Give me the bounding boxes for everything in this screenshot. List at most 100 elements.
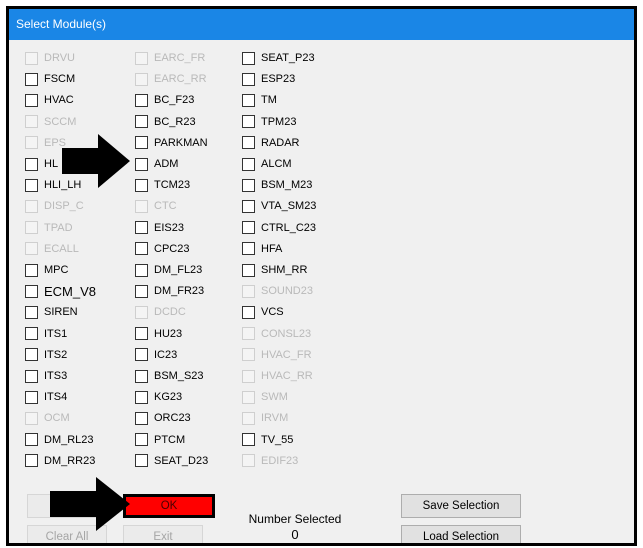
checkbox-dm-rl23[interactable]: DM_RL23 — [25, 431, 94, 449]
save-selection-button[interactable]: Save Selection — [401, 494, 521, 518]
checkbox-its4[interactable]: ITS4 — [25, 388, 67, 406]
checkbox-shm-rr[interactable]: SHM_RR — [242, 261, 307, 279]
checkbox-siren[interactable]: SIREN — [25, 303, 78, 321]
checkbox-box[interactable] — [25, 390, 38, 404]
checkbox-radar[interactable]: RADAR — [242, 134, 300, 152]
checkbox-ic23[interactable]: IC23 — [135, 346, 177, 364]
checkbox-box[interactable] — [242, 178, 255, 192]
checkbox-box[interactable] — [25, 433, 38, 447]
checkbox-box[interactable] — [135, 136, 148, 150]
checkbox-box[interactable] — [242, 199, 255, 213]
checkbox-tpm23[interactable]: TPM23 — [242, 113, 296, 131]
checkbox-box[interactable] — [25, 454, 38, 468]
exit-button[interactable]: Exit — [123, 525, 203, 543]
checkbox-box[interactable] — [242, 305, 255, 319]
checkbox-box[interactable] — [135, 348, 148, 362]
checkbox-hfa[interactable]: HFA — [242, 240, 282, 258]
checkbox-adm[interactable]: ADM — [135, 155, 178, 173]
checkbox-box[interactable] — [25, 93, 38, 107]
checkbox-ecm-v8[interactable]: ECM_V8 — [25, 282, 96, 300]
checkbox-box[interactable] — [135, 411, 148, 425]
checkbox-tv-55[interactable]: TV_55 — [242, 431, 293, 449]
checkbox-tm[interactable]: TM — [242, 91, 277, 109]
checkbox-orc23[interactable]: ORC23 — [135, 409, 191, 427]
checkbox-box[interactable] — [135, 157, 148, 171]
checkbox-ctrl-c23[interactable]: CTRL_C23 — [242, 219, 316, 237]
ok-button[interactable]: OK — [123, 494, 215, 518]
checkbox-box[interactable] — [135, 93, 148, 107]
checkbox-box[interactable] — [25, 348, 38, 362]
checkbox-label: DM_FR23 — [154, 285, 205, 298]
checkbox-bc-f23[interactable]: BC_F23 — [135, 91, 194, 109]
checkbox-label: CONSL23 — [261, 327, 312, 340]
checkbox-box[interactable] — [242, 93, 255, 107]
checkbox-vta-sm23[interactable]: VTA_SM23 — [242, 197, 316, 215]
checkbox-box[interactable] — [135, 178, 148, 192]
checkbox-label: DM_FL23 — [154, 264, 203, 276]
checkbox-mpc[interactable]: MPC — [25, 261, 68, 279]
checkbox-disp-c: DISP_C — [25, 197, 84, 215]
checkbox-bsm-s23[interactable]: BSM_S23 — [135, 367, 204, 385]
checkbox-box[interactable] — [25, 263, 38, 277]
checkbox-box[interactable] — [135, 454, 148, 468]
checkbox-ptcm[interactable]: PTCM — [135, 431, 185, 449]
checkbox-box[interactable] — [135, 369, 148, 383]
checkbox-label: PARKMAN — [154, 136, 208, 149]
checkbox-box[interactable] — [135, 390, 148, 404]
checkbox-box — [242, 411, 255, 425]
checkbox-kg23[interactable]: KG23 — [135, 388, 182, 406]
checkbox-its1[interactable]: ITS1 — [25, 325, 67, 343]
checkbox-box[interactable] — [242, 242, 255, 256]
checkbox-box[interactable] — [135, 327, 148, 341]
checkbox-dm-rr23[interactable]: DM_RR23 — [25, 452, 95, 470]
checkbox-vcs[interactable]: VCS — [242, 303, 284, 321]
checkbox-box[interactable] — [135, 221, 148, 235]
checkbox-box[interactable] — [25, 178, 38, 192]
checkbox-parkman[interactable]: PARKMAN — [135, 134, 208, 152]
checkbox-box — [135, 305, 148, 319]
checkbox-bsm-m23[interactable]: BSM_M23 — [242, 176, 312, 194]
checkbox-hu23[interactable]: HU23 — [135, 325, 182, 343]
checkbox-label: FSCM — [44, 73, 76, 86]
checkbox-box[interactable] — [242, 263, 255, 277]
checkbox-box[interactable] — [242, 136, 255, 150]
checkbox-box[interactable] — [25, 284, 38, 298]
checkbox-box[interactable] — [135, 263, 148, 277]
checkbox-box[interactable] — [242, 433, 255, 447]
checkbox-box[interactable] — [25, 72, 38, 86]
checkbox-box[interactable] — [25, 369, 38, 383]
checkbox-box[interactable] — [25, 327, 38, 341]
checkbox-seat-p23[interactable]: SEAT_P23 — [242, 49, 315, 67]
checkbox-fscm[interactable]: FSCM — [25, 70, 75, 88]
checkbox-hvac[interactable]: HVAC — [25, 91, 74, 109]
checkbox-box[interactable] — [242, 157, 255, 171]
checkbox-box[interactable] — [25, 157, 38, 171]
checkbox-tpad: TPAD — [25, 219, 73, 237]
checkbox-dm-fl23[interactable]: DM_FL23 — [135, 261, 202, 279]
checkbox-tcm23[interactable]: TCM23 — [135, 176, 190, 194]
checkbox-irvm: IRVM — [242, 409, 288, 427]
checkbox-eis23[interactable]: EIS23 — [135, 219, 184, 237]
checkbox-dm-fr23[interactable]: DM_FR23 — [135, 282, 204, 300]
checkbox-label: ITS4 — [44, 391, 68, 404]
checkbox-box[interactable] — [135, 284, 148, 298]
checkbox-box[interactable] — [135, 433, 148, 447]
checkbox-bc-r23[interactable]: BC_R23 — [135, 113, 196, 131]
checkbox-box[interactable] — [242, 72, 255, 86]
checkbox-label: IRVM — [261, 412, 289, 425]
checkbox-seat-d23[interactable]: SEAT_D23 — [135, 452, 208, 470]
checkbox-box[interactable] — [135, 115, 148, 129]
checkbox-box[interactable] — [25, 305, 38, 319]
checkbox-cpc23[interactable]: CPC23 — [135, 240, 189, 258]
checkbox-box[interactable] — [242, 115, 255, 129]
checkbox-box[interactable] — [242, 221, 255, 235]
checkbox-box[interactable] — [135, 242, 148, 256]
checkbox-box[interactable] — [242, 51, 255, 65]
checkbox-hl[interactable]: HL — [25, 155, 58, 173]
checkbox-its2[interactable]: ITS2 — [25, 346, 67, 364]
checkbox-label: BC_F23 — [154, 94, 195, 107]
checkbox-esp23[interactable]: ESP23 — [242, 70, 295, 88]
checkbox-its3[interactable]: ITS3 — [25, 367, 67, 385]
checkbox-alcm[interactable]: ALCM — [242, 155, 292, 173]
load-selection-button[interactable]: Load Selection — [401, 525, 521, 543]
